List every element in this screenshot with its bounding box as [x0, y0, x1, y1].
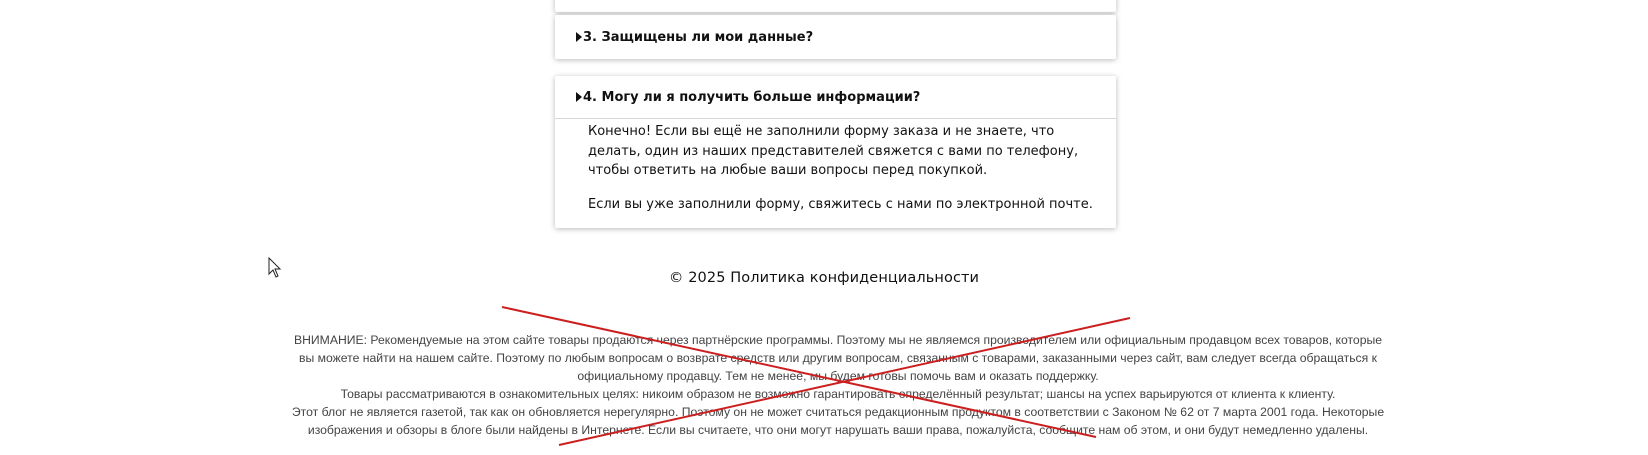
- disclaimer-paragraph-3: Этот блог не является газетой, так как о…: [291, 405, 1385, 437]
- faq-question-3-label: 3. Защищены ли мои данные?: [583, 29, 814, 45]
- faq-question-3[interactable]: 3. Защищены ли мои данные?: [555, 15, 1116, 59]
- disclaimer-paragraph-2: Товары рассматриваются в ознакомительных…: [340, 387, 1336, 401]
- mouse-pointer-icon: [268, 257, 282, 278]
- faq-question-4-label: 4. Могу ли я получить больше информации?: [583, 89, 921, 105]
- faq-item-3[interactable]: 3. Защищены ли мои данные?: [555, 15, 1116, 59]
- faq-item-4[interactable]: 4. Могу ли я получить больше информации?…: [555, 76, 1116, 228]
- privacy-policy-link[interactable]: Политика конфиденциальности: [730, 270, 979, 286]
- disclaimer-paragraph-1: ВНИМАНИЕ: Рекомендуемые на этом сайте то…: [293, 333, 1383, 383]
- caret-right-icon: [576, 32, 582, 42]
- faq-question-4[interactable]: 4. Могу ли я получить больше информации?: [555, 76, 1116, 119]
- faq-answer-4: Конечно! Если вы ещё не заполнили форму …: [555, 119, 1116, 214]
- faq-item-previous: [555, 0, 1116, 12]
- caret-right-icon: [576, 92, 582, 102]
- copyright-year: © 2025: [668, 270, 726, 286]
- faq-answer-4-paragraph-1: Конечно! Если вы ещё не заполнили форму …: [588, 124, 1079, 178]
- footer-copyright: © 2025 Политика конфиденциальности: [0, 270, 1648, 286]
- footer-disclaimer: ВНИМАНИЕ: Рекомендуемые на этом сайте то…: [286, 331, 1390, 439]
- faq-answer-4-paragraph-2: Если вы уже заполнили форму, свяжитесь с…: [588, 196, 1093, 212]
